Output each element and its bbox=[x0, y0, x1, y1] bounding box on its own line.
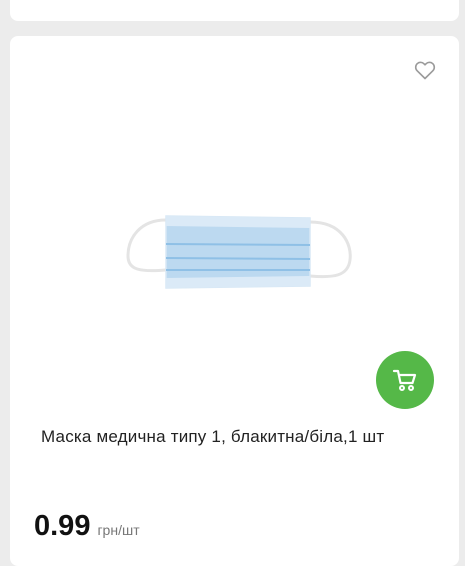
price-row: 0.99 грн/шт bbox=[34, 510, 140, 543]
heart-icon bbox=[414, 61, 436, 80]
previous-product-card bbox=[10, 0, 459, 21]
favorite-button[interactable] bbox=[413, 58, 437, 82]
product-image[interactable] bbox=[120, 208, 360, 308]
price-value: 0.99 bbox=[34, 510, 91, 542]
product-title[interactable]: Маска медична типу 1, блакитна/біла,1 шт bbox=[41, 426, 441, 448]
price-unit: грн/шт bbox=[97, 522, 140, 538]
add-to-cart-button[interactable] bbox=[376, 351, 434, 409]
shopping-cart-icon bbox=[392, 369, 417, 391]
product-card[interactable]: Маска медична типу 1, блакитна/біла,1 шт… bbox=[10, 36, 459, 566]
